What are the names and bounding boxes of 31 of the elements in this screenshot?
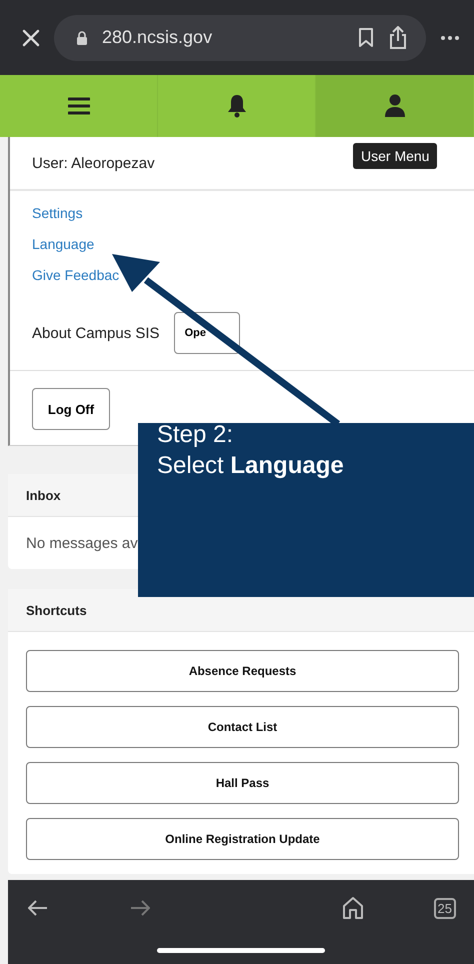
menu-icon [68, 97, 90, 115]
more-icon[interactable] [440, 34, 460, 40]
bookmark-icon[interactable] [358, 28, 374, 48]
card-title: Shortcuts [26, 602, 87, 618]
user-button[interactable] [316, 75, 474, 137]
tooltip: User Menu [353, 143, 438, 169]
menu-link[interactable]: Language [32, 236, 94, 252]
menu-link[interactable]: Settings [32, 205, 83, 221]
user-icon [384, 94, 406, 118]
user-name: User: Aleoropezav [32, 154, 155, 172]
close-icon[interactable] [22, 28, 40, 46]
log-off-button[interactable]: Log Off [32, 388, 110, 430]
home-icon[interactable] [342, 896, 364, 920]
inbox-message: No messages av [26, 534, 138, 552]
callout-text: Select Language [157, 451, 345, 481]
shortcut-button[interactable]: Online Registration Update [26, 818, 459, 860]
share-icon[interactable] [388, 26, 408, 50]
lock-icon [76, 30, 88, 44]
url-text: 280.ncsis.gov [102, 27, 214, 48]
shortcut-button[interactable]: Hall Pass [26, 762, 459, 804]
back-icon[interactable] [28, 900, 48, 916]
callout-text: Step 2: [157, 420, 234, 450]
shortcut-button[interactable]: Contact List [26, 706, 459, 748]
tab-count-button[interactable]: 25 [434, 898, 456, 918]
card-title: Inbox [26, 488, 61, 502]
about-label: About Campus SIS [32, 324, 160, 342]
forward-icon[interactable] [130, 900, 150, 916]
menu-link[interactable]: Give Feedbac [32, 267, 120, 283]
bell-icon [226, 94, 246, 118]
shortcut-button[interactable]: Absence Requests [26, 650, 459, 692]
address-bar[interactable]: 280.ncsis.gov [54, 14, 426, 60]
